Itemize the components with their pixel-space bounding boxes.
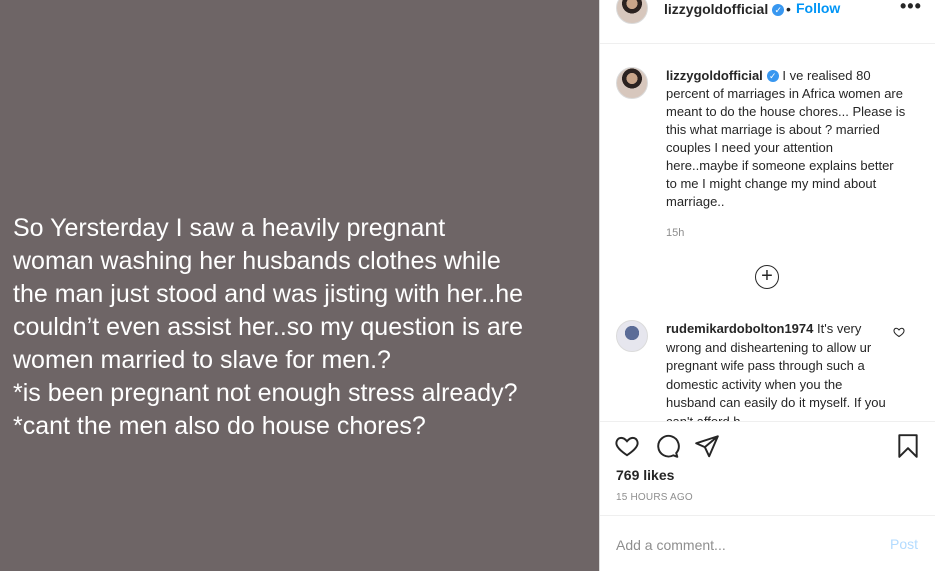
post-comment-button[interactable]: Post [890, 536, 918, 552]
follow-button[interactable]: Follow [796, 0, 840, 16]
caption-body: lizzygoldofficial ✓ I ve realised 80 perc… [666, 67, 906, 211]
post-header: lizzygoldofficial ✓ • Follow ••• [600, 0, 935, 44]
author-username[interactable]: lizzygoldofficial ✓ [664, 1, 785, 17]
commenter-avatar[interactable] [616, 320, 648, 352]
caption-author-avatar[interactable] [616, 67, 648, 99]
post-image[interactable]: So Yersterday I saw a heavily pregnant w… [0, 0, 600, 571]
comment-body: rudemikardobolton1974 It's very wrong an… [666, 320, 886, 422]
post-side-panel: lizzygoldofficial ✓ • Follow ••• lizzygol… [600, 0, 935, 571]
add-comment-bar: Post [600, 515, 935, 571]
comment-text: It's very wrong and disheartening to all… [666, 321, 886, 422]
more-options-icon[interactable]: ••• [900, 0, 922, 17]
author-avatar[interactable] [616, 0, 648, 24]
author-username-text[interactable]: lizzygoldofficial [664, 1, 768, 17]
post-actions [600, 422, 935, 472]
post-image-text: So Yersterday I saw a heavily pregnant w… [13, 214, 524, 440]
caption-username[interactable]: lizzygoldofficial [666, 68, 763, 83]
comment-icon[interactable] [654, 433, 680, 459]
bookmark-icon[interactable] [895, 433, 921, 459]
verified-badge-icon: ✓ [766, 70, 779, 82]
verified-badge-icon: ✓ [772, 4, 785, 16]
post-timestamp[interactable]: 15 HOURS AGO [616, 492, 693, 503]
share-icon[interactable] [694, 433, 720, 459]
commenter-username[interactable]: rudemikardobolton1974 [666, 321, 813, 336]
comments-section[interactable]: lizzygoldofficial ✓ I ve realised 80 perc… [600, 45, 935, 422]
comment-input[interactable] [616, 534, 876, 556]
comment-heart-icon[interactable] [893, 326, 905, 338]
like-count[interactable]: 769 likes [616, 467, 674, 483]
plus-circle-icon[interactable]: + [755, 265, 779, 289]
caption-timestamp[interactable]: 15h [666, 227, 684, 239]
separator-dot: • [786, 1, 791, 17]
heart-icon[interactable] [614, 433, 640, 459]
caption-text: I ve realised 80 percent of marriages in… [666, 68, 906, 209]
